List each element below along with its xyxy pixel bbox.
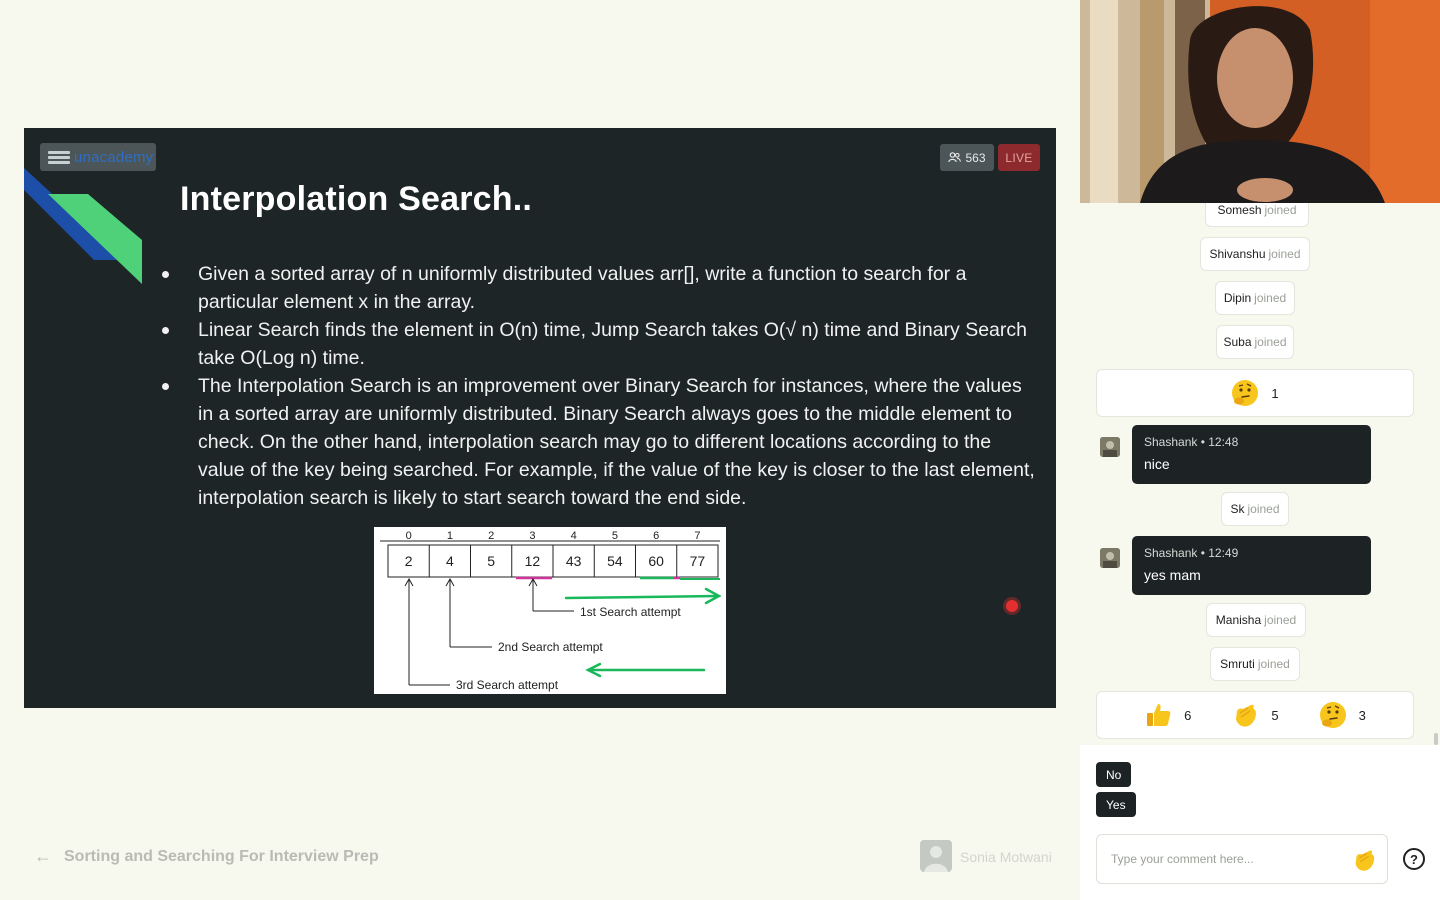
laser-pointer xyxy=(1006,600,1018,612)
joined-notice: Shivanshu joined xyxy=(1200,237,1310,271)
array-value: 77 xyxy=(690,553,706,569)
reaction-item[interactable]: 5 xyxy=(1231,701,1279,729)
reaction-count: 5 xyxy=(1271,707,1279,723)
brand-badge: unacademy xyxy=(40,143,156,171)
comment-box xyxy=(1096,834,1388,884)
right-panel: Somesh joined Shivanshu joined Dipin joined… xyxy=(1080,0,1440,900)
joined-notice: Suba joined xyxy=(1216,325,1294,359)
array-index: 3 xyxy=(529,530,535,542)
chat-scrollbar[interactable] xyxy=(1434,733,1438,745)
bottom-bar: ← Sorting and Searching For Interview Pr… xyxy=(34,840,1056,874)
poll-option-yes[interactable]: Yes xyxy=(1096,792,1136,817)
reaction-count: 1 xyxy=(1271,385,1279,401)
bullet-item: The Interpolation Search is an improveme… xyxy=(160,372,1040,512)
comment-input[interactable] xyxy=(1111,850,1331,868)
bullet-item: Given a sorted array of n uniformly dist… xyxy=(160,260,1040,316)
slide-decoration xyxy=(24,168,142,284)
reaction-item[interactable]: 3 xyxy=(1319,701,1366,729)
array-index: 1 xyxy=(447,530,453,542)
course-title[interactable]: Sorting and Searching For Interview Prep xyxy=(64,848,379,866)
reaction-summary: 6 5 3 xyxy=(1096,691,1414,739)
array-index: 2 xyxy=(488,530,494,542)
array-value: 4 xyxy=(446,553,454,569)
array-value: 43 xyxy=(566,553,582,569)
joined-user-name: Shivanshu xyxy=(1209,247,1266,261)
joined-user-name: Smruti xyxy=(1220,657,1255,671)
message-text: nice xyxy=(1144,456,1170,472)
array-value: 54 xyxy=(607,553,623,569)
reaction-summary: 1 xyxy=(1096,369,1414,417)
back-arrow-icon[interactable]: ← xyxy=(34,846,52,867)
viewer-count-badge: 563 xyxy=(940,144,994,171)
joined-notice: Manisha joined xyxy=(1206,603,1306,637)
educator-avatar[interactable] xyxy=(920,840,952,872)
educator-video xyxy=(1080,0,1440,203)
array-index: 0 xyxy=(406,530,412,542)
help-icon[interactable]: ? xyxy=(1403,848,1425,870)
presentation-slide: unacademy 563 LIVE Interpolation Search.… xyxy=(24,128,1056,708)
people-icon xyxy=(948,152,962,163)
slide-bullets: Given a sorted array of n uniformly dist… xyxy=(160,260,1040,512)
joined-notice: Smruti joined xyxy=(1210,647,1300,681)
educator-name[interactable]: Sonia Motwani xyxy=(960,849,1052,865)
live-badge: LIVE xyxy=(998,144,1040,171)
thinking-emoji-icon xyxy=(1319,702,1346,728)
avatar xyxy=(1100,437,1120,457)
array-value: 5 xyxy=(487,553,495,569)
attempt-1-label: 1st Search attempt xyxy=(580,605,681,619)
chat-message: Shashank • 12:48 nice xyxy=(1132,425,1371,484)
array-index: 7 xyxy=(694,530,700,542)
chat-feed[interactable]: Somesh joined Shivanshu joined Dipin joined… xyxy=(1080,203,1440,745)
menu-icon[interactable] xyxy=(48,149,70,165)
brand-name: unacademy xyxy=(74,148,154,166)
array-value: 12 xyxy=(525,553,541,569)
joined-notice: Somesh joined xyxy=(1205,203,1309,227)
reaction-count: 6 xyxy=(1184,707,1192,723)
joined-user-name: Manisha xyxy=(1215,613,1262,627)
reaction-count: 3 xyxy=(1358,707,1366,723)
joined-notice: Sk joined xyxy=(1221,492,1289,526)
attempt-2-label: 2nd Search attempt xyxy=(498,640,603,654)
array-index: 6 xyxy=(653,530,659,542)
joined-notice: Dipin joined xyxy=(1215,281,1295,315)
array-value: 2 xyxy=(405,553,413,569)
clap-button-icon[interactable] xyxy=(1351,847,1377,873)
thinking-emoji-icon xyxy=(1232,380,1259,406)
array-index: 5 xyxy=(612,530,618,542)
message-text: yes mam xyxy=(1144,567,1201,583)
array-index: 4 xyxy=(571,530,577,542)
slide-title: Interpolation Search.. xyxy=(180,180,533,218)
joined-user-name: Suba xyxy=(1223,335,1252,349)
search-diagram: 0 2 1 4 2 5 3 12 4 43 5 54 6 60 7 77 1st Search attempt… xyxy=(374,527,726,694)
clap-emoji-icon xyxy=(1236,704,1257,727)
attempt-3-label: 3rd Search attempt xyxy=(456,678,559,692)
viewer-count: 563 xyxy=(965,150,986,165)
bullet-item: Linear Search finds the element in O(n) … xyxy=(160,316,1040,372)
poll-option-no[interactable]: No xyxy=(1096,762,1132,787)
thumbs-up-emoji-icon xyxy=(1147,704,1171,726)
joined-user-name: Dipin xyxy=(1223,291,1252,305)
array-value: 60 xyxy=(648,553,664,569)
message-meta: Shashank • 12:48 xyxy=(1144,435,1239,449)
chat-message: Shashank • 12:49 yes mam xyxy=(1132,536,1371,595)
avatar xyxy=(1100,548,1120,568)
message-meta: Shashank • 12:49 xyxy=(1144,546,1239,560)
reaction-item[interactable]: 6 xyxy=(1144,701,1191,729)
reaction-item[interactable]: 1 xyxy=(1231,379,1279,407)
joined-user-name: Sk xyxy=(1230,502,1245,516)
